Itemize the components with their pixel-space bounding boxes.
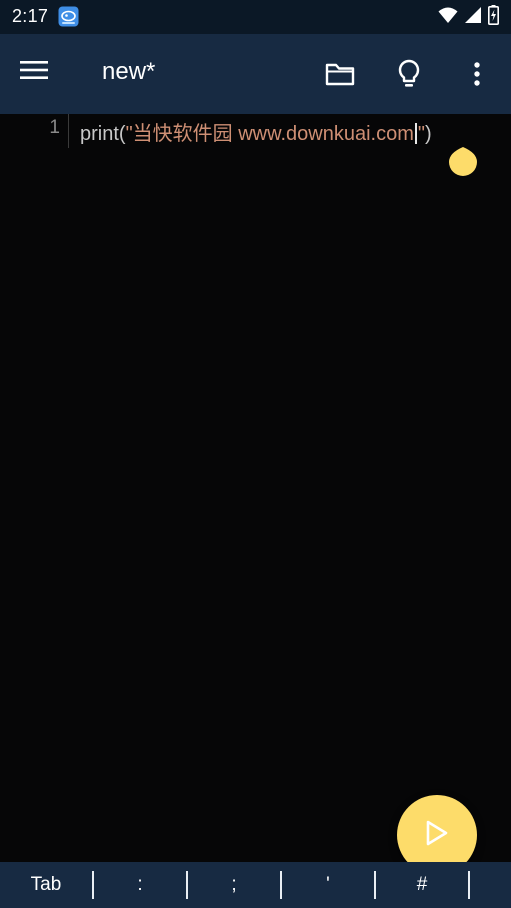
line-number: 1 xyxy=(49,117,60,138)
battery-charging-icon xyxy=(488,5,499,29)
wifi-icon xyxy=(438,6,458,28)
status-icons xyxy=(438,5,499,29)
code-token-string: "当快软件园 www.downkuai.com xyxy=(125,123,414,145)
more-vert-icon[interactable] xyxy=(459,56,495,92)
status-time: 2:17 xyxy=(12,6,49,26)
gutter-divider xyxy=(68,114,69,148)
symbol-key-colon[interactable]: : xyxy=(94,862,186,908)
symbol-key-semicolon[interactable]: ; xyxy=(188,862,280,908)
text-cursor xyxy=(414,123,417,144)
symbol-toolbar: Tab : ; ' # ( xyxy=(0,862,511,908)
code-token-function: print xyxy=(80,123,119,145)
app-bar: new* xyxy=(0,34,511,114)
play-icon xyxy=(425,820,449,850)
symbol-key-quote[interactable]: ' xyxy=(282,862,374,908)
code-editor[interactable]: 1 print("当快软件园 www.downkuai.com ") xyxy=(0,114,511,862)
file-title: new* xyxy=(102,58,156,85)
folder-icon[interactable] xyxy=(322,56,358,92)
symbol-key-hash[interactable]: # xyxy=(376,862,468,908)
code-token-paren-close: ) xyxy=(424,123,432,145)
code-token-paren-open: ( xyxy=(118,123,126,145)
code-line[interactable]: print("当快软件园 www.downkuai.com ") xyxy=(80,117,432,146)
symbol-key-paren[interactable]: ( xyxy=(470,862,511,908)
hamburger-menu-icon[interactable] xyxy=(20,58,60,90)
signal-icon xyxy=(464,6,482,28)
status-bar: 2:17 xyxy=(0,0,511,34)
cursor-handle-icon[interactable] xyxy=(447,139,479,177)
code-token-string-end: " xyxy=(417,123,425,145)
lightbulb-icon[interactable] xyxy=(391,56,427,92)
app-notification-icon xyxy=(58,6,79,27)
symbol-key-tab[interactable]: Tab xyxy=(0,862,92,908)
screen: 2:17 new* 1 print("当快软件园 www.downkuai.co… xyxy=(0,0,511,908)
